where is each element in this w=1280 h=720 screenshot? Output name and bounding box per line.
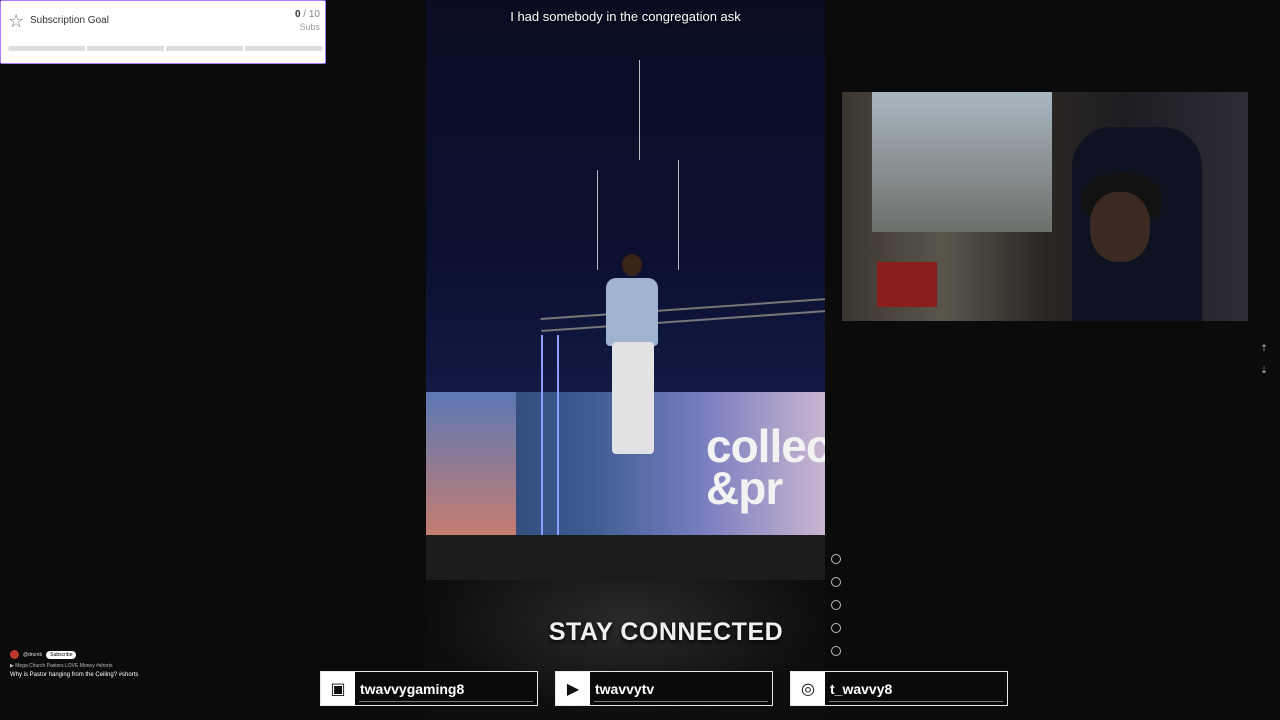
youtube-handle: twavvytv xyxy=(595,680,655,697)
playlist-label[interactable]: ▶ Mega Church Pastors LOVE Money #shorts xyxy=(10,663,210,669)
comment-icon[interactable] xyxy=(831,600,841,610)
room-shelf xyxy=(872,92,1052,232)
webcam-feed xyxy=(842,92,1248,321)
remix-icon[interactable] xyxy=(831,646,841,656)
shorts-action-bar xyxy=(829,552,843,669)
goal-count: 0 / 10 xyxy=(295,9,320,20)
scroll-navigation: ⇡ ⇣ xyxy=(1258,343,1270,387)
divider xyxy=(359,701,533,702)
subscribe-button[interactable]: Subscribe xyxy=(46,650,77,659)
goal-separator: / xyxy=(300,9,309,20)
choir-screen xyxy=(426,392,516,537)
star-icon: ☆ xyxy=(8,11,25,31)
twitch-social-link: ▣ twavvygaming8 xyxy=(320,671,538,706)
streamer-face xyxy=(1090,192,1150,262)
goal-tick xyxy=(164,46,166,51)
goal-target: 10 xyxy=(308,9,320,20)
dislike-icon[interactable] xyxy=(831,577,841,587)
pastor-head xyxy=(622,254,642,276)
subscription-goal-widget: ☆ Subscription Goal 0 / 10 Subs xyxy=(0,0,326,64)
goal-tick xyxy=(243,46,245,51)
light-truss xyxy=(541,335,559,535)
arrow-down-icon[interactable]: ⇣ xyxy=(1258,365,1270,387)
youtube-social-link: ▶ twavvytv xyxy=(555,671,773,706)
channel-name[interactable]: @drumb xyxy=(23,652,42,658)
pastor-legs xyxy=(612,342,654,454)
divider xyxy=(594,701,768,702)
like-icon[interactable] xyxy=(831,554,841,564)
twitch-handle: twavvygaming8 xyxy=(360,680,465,697)
arrow-up-icon[interactable]: ⇡ xyxy=(1258,343,1270,365)
goal-progress-bar xyxy=(8,46,323,51)
stay-connected-heading: STAY CONNECTED xyxy=(548,618,784,646)
instagram-social-link: ◎ t_wavvy8 xyxy=(790,671,1008,706)
instagram-handle: t_wavvy8 xyxy=(830,680,893,697)
pastor-body xyxy=(606,278,658,346)
video-title: Why is Pastor hanging from the Ceiling? … xyxy=(10,672,139,678)
suspension-wire xyxy=(639,60,640,160)
instagram-icon: ◎ xyxy=(791,672,825,705)
goal-tick xyxy=(85,46,87,51)
divider xyxy=(829,701,1003,702)
goal-title: Subscription Goal xyxy=(30,15,109,26)
channel-avatar[interactable] xyxy=(10,650,19,659)
backdrop-logo: collec &pr xyxy=(706,420,825,514)
short-video-player[interactable]: collec &pr xyxy=(426,0,825,720)
stage xyxy=(426,535,825,580)
suspension-wire xyxy=(597,170,598,270)
suspension-wire xyxy=(678,160,679,270)
youtube-icon: ▶ xyxy=(556,672,590,705)
light-truss-horizontal xyxy=(540,297,825,332)
twitch-icon: ▣ xyxy=(321,672,355,705)
video-caption: I had somebody in the congregation ask xyxy=(510,9,741,24)
goal-unit: Subs xyxy=(299,22,320,32)
now-playing-info: @drumb Subscribe ▶ Mega Church Pastors L… xyxy=(10,650,210,678)
room-object xyxy=(877,262,937,307)
